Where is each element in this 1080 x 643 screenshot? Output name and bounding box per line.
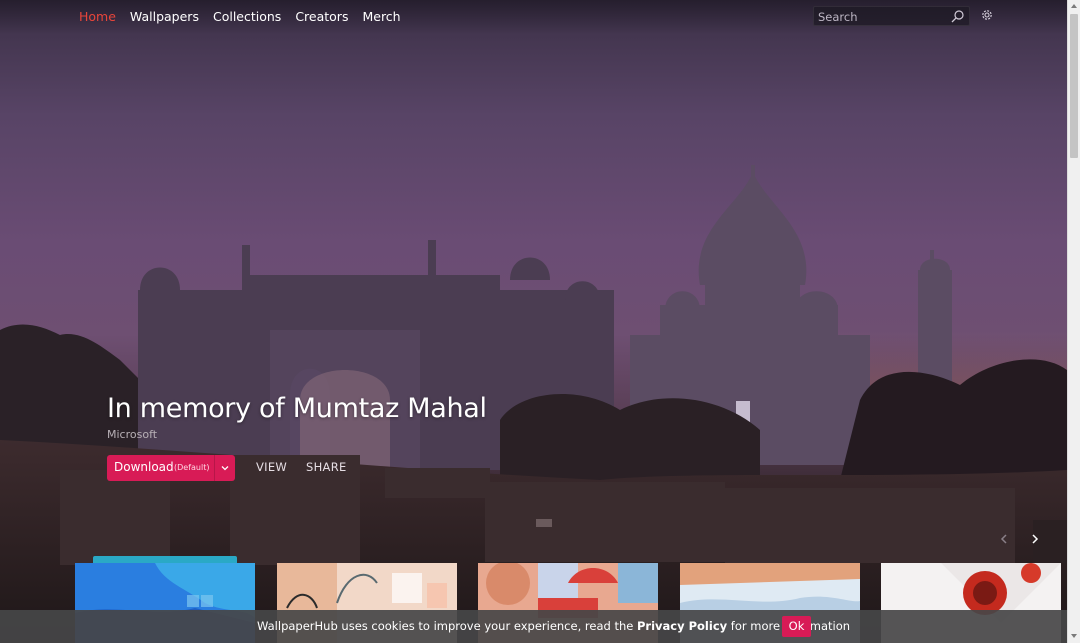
scroll-thumb[interactable]: [1070, 14, 1078, 158]
privacy-policy-link[interactable]: Privacy Policy: [637, 619, 727, 633]
active-thumb-indicator: [93, 556, 237, 563]
search-input[interactable]: [818, 9, 948, 24]
search-box: [813, 6, 970, 26]
view-button[interactable]: VIEW: [256, 460, 287, 474]
scroll-up-arrow-icon[interactable]: [1071, 4, 1077, 8]
hero-wallpaper: Home Wallpapers Collections Creators Mer…: [0, 0, 1067, 643]
taj-mahal-scene: [0, 165, 1067, 643]
cookie-banner: WallpaperHub uses cookies to improve you…: [0, 610, 1067, 643]
nav-creators[interactable]: Creators: [295, 9, 348, 24]
search-icon[interactable]: [951, 10, 964, 23]
hero-author[interactable]: Microsoft: [107, 428, 157, 441]
cookie-text-before: WallpaperHub uses cookies to improve you…: [257, 619, 637, 633]
nav-collections[interactable]: Collections: [213, 9, 281, 24]
nav-home[interactable]: Home: [79, 9, 116, 24]
hero-title: In memory of Mumtaz Mahal: [107, 393, 487, 424]
download-divider: [214, 455, 215, 481]
download-label: Download: [114, 460, 174, 474]
nav-merch[interactable]: Merch: [362, 9, 400, 24]
nav-links: Home Wallpapers Collections Creators Mer…: [79, 9, 401, 24]
top-navbar: Home Wallpapers Collections Creators Mer…: [0, 0, 1067, 34]
chevron-right-icon[interactable]: [1029, 533, 1041, 545]
cookie-ok-button[interactable]: Ok: [782, 616, 811, 637]
cookie-message: WallpaperHub uses cookies to improve you…: [257, 619, 850, 633]
download-button[interactable]: Download (Default): [107, 455, 235, 481]
download-default-label: (Default): [174, 463, 210, 472]
scroll-down-arrow-icon[interactable]: [1071, 634, 1077, 638]
chevron-down-icon[interactable]: [220, 463, 230, 473]
share-button[interactable]: SHARE: [306, 460, 347, 474]
gear-icon[interactable]: [980, 8, 994, 22]
vertical-scrollbar[interactable]: [1067, 0, 1080, 643]
nav-wallpapers[interactable]: Wallpapers: [130, 9, 199, 24]
chevron-left-icon[interactable]: [998, 533, 1010, 545]
